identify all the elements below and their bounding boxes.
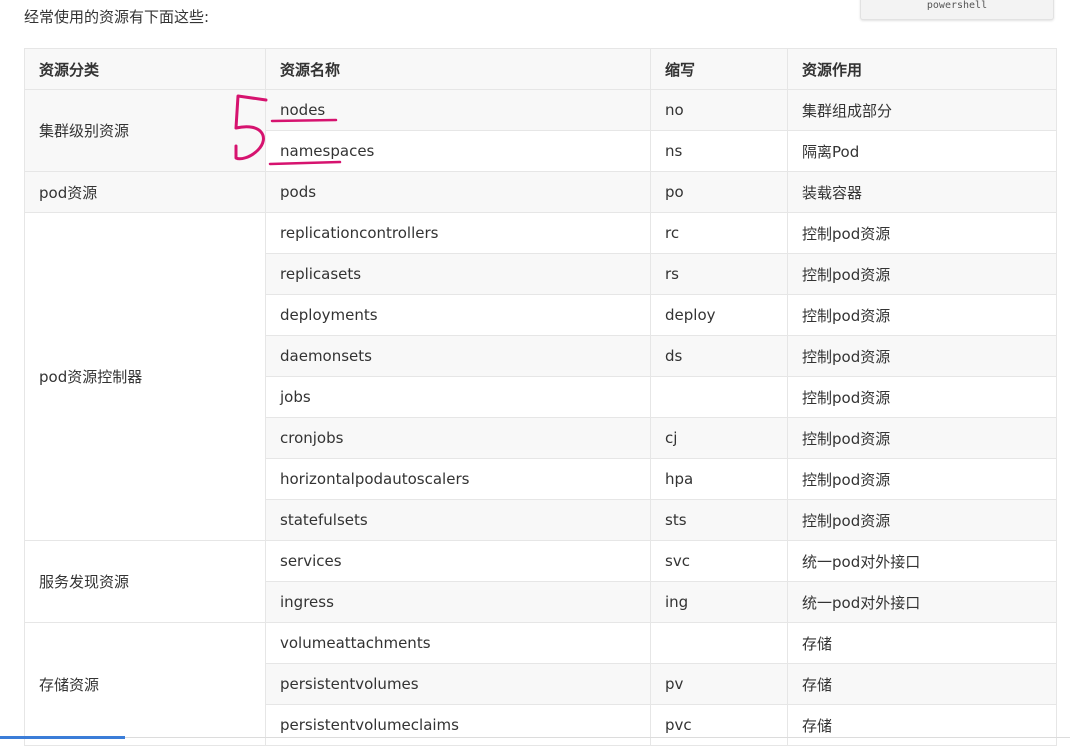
- name-cell: replicationcontrollers: [265, 212, 651, 254]
- header-short: 缩写: [650, 48, 788, 90]
- purpose-cell: 统一pod对外接口: [787, 540, 1057, 582]
- name-cell: replicasets: [265, 253, 651, 295]
- table-row: pod资源 pods po 装载容器: [24, 171, 1057, 213]
- category-cell: pod资源控制器: [24, 212, 266, 541]
- name-cell: persistentvolumes: [265, 663, 651, 705]
- name-cell: pods: [265, 171, 651, 213]
- name-cell: daemonsets: [265, 335, 651, 377]
- purpose-cell: 控制pod资源: [787, 294, 1057, 336]
- name-cell: namespaces: [265, 130, 651, 172]
- category-cell: pod资源: [24, 171, 266, 213]
- short-cell: ds: [650, 335, 788, 377]
- short-cell: [650, 622, 788, 664]
- short-cell: sts: [650, 499, 788, 541]
- purpose-cell: 控制pod资源: [787, 376, 1057, 418]
- table-row: 服务发现资源 services svc 统一pod对外接口: [24, 540, 1057, 623]
- short-cell: rs: [650, 253, 788, 295]
- name-cell: persistentvolumeclaims: [265, 704, 651, 746]
- purpose-cell: 集群组成部分: [787, 89, 1057, 131]
- purpose-cell: 存储: [787, 663, 1057, 705]
- table-body: 集群级别资源 nodes no 集群组成部分 namespaces ns 隔离Pod pod资…: [24, 89, 1057, 746]
- name-cell: horizontalpodautoscalers: [265, 458, 651, 500]
- purpose-cell: 控制pod资源: [787, 458, 1057, 500]
- short-cell: po: [650, 171, 788, 213]
- purpose-cell: 存储: [787, 622, 1057, 664]
- code-language-tag[interactable]: powershell: [860, 0, 1054, 20]
- short-cell: no: [650, 89, 788, 131]
- short-cell: pv: [650, 663, 788, 705]
- purpose-cell: 控制pod资源: [787, 335, 1057, 377]
- category-cell: 服务发现资源: [24, 540, 266, 623]
- purpose-cell: 隔离Pod: [787, 130, 1057, 172]
- category-cell: 集群级别资源: [24, 89, 266, 172]
- purpose-cell: 控制pod资源: [787, 253, 1057, 295]
- table-row: 存储资源 volumeattachments 存储: [24, 622, 1057, 746]
- short-cell: deploy: [650, 294, 788, 336]
- short-cell: pvc: [650, 704, 788, 746]
- name-cell: deployments: [265, 294, 651, 336]
- intro-text: 经常使用的资源有下面这些:: [24, 8, 210, 26]
- short-cell: hpa: [650, 458, 788, 500]
- resource-table: 资源分类 资源名称 缩写 资源作用 集群级别资源 nodes no 集群组成部分 nam…: [24, 48, 1057, 746]
- header-purpose: 资源作用: [787, 48, 1057, 90]
- name-cell: nodes: [265, 89, 651, 131]
- category-cell: 存储资源: [24, 622, 266, 746]
- short-cell: [650, 376, 788, 418]
- name-cell: ingress: [265, 581, 651, 623]
- short-cell: ns: [650, 130, 788, 172]
- bottom-divider: [125, 737, 1070, 738]
- purpose-cell: 装载容器: [787, 171, 1057, 213]
- name-cell: jobs: [265, 376, 651, 418]
- name-cell: services: [265, 540, 651, 582]
- short-cell: ing: [650, 581, 788, 623]
- header-name: 资源名称: [265, 48, 651, 90]
- purpose-cell: 存储: [787, 704, 1057, 746]
- purpose-cell: 控制pod资源: [787, 212, 1057, 254]
- name-cell: statefulsets: [265, 499, 651, 541]
- name-cell: volumeattachments: [265, 622, 651, 664]
- purpose-cell: 控制pod资源: [787, 499, 1057, 541]
- table-row: pod资源控制器 replicationcontrollers rc 控制pod资源: [24, 212, 1057, 541]
- short-cell: cj: [650, 417, 788, 459]
- purpose-cell: 统一pod对外接口: [787, 581, 1057, 623]
- purpose-cell: 控制pod资源: [787, 417, 1057, 459]
- name-cell: cronjobs: [265, 417, 651, 459]
- table-row: 集群级别资源 nodes no 集群组成部分: [24, 89, 1057, 172]
- table-header-row: 资源分类 资源名称 缩写 资源作用: [24, 48, 1057, 90]
- header-category: 资源分类: [24, 48, 266, 90]
- short-cell: rc: [650, 212, 788, 254]
- short-cell: svc: [650, 540, 788, 582]
